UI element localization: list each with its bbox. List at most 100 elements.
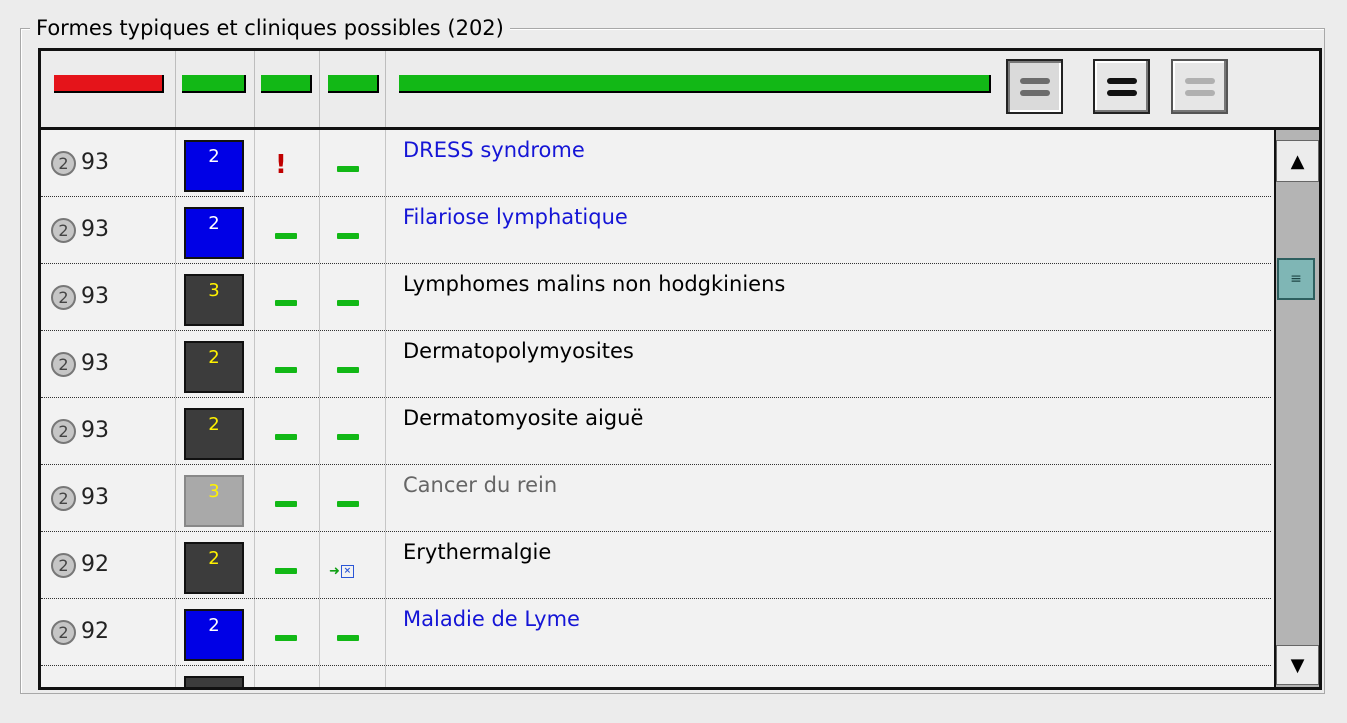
table-row[interactable]: 2 93 2! DRESS syndrome (41, 130, 1271, 197)
table-row[interactable]: 2 92 2 Maladie de Lyme (41, 599, 1271, 666)
view-compact-button[interactable] (1006, 59, 1063, 114)
table-row[interactable]: 2 93 3 Lymphomes malins non hodgkiniens (41, 264, 1271, 331)
diagnosis-name-link[interactable]: DRESS syndrome (403, 138, 585, 162)
column-separator (175, 264, 176, 330)
score-value: 93 (81, 150, 109, 175)
diagnosis-name-link[interactable]: Cancer du rein (403, 473, 557, 497)
two-lines-dim-icon (1184, 77, 1215, 84)
scroll-up-arrow-icon[interactable]: ▲ (1276, 140, 1319, 182)
rank-badge: 2 (51, 620, 76, 645)
diagnosis-name-link[interactable]: Dermatomyosite aiguë (403, 406, 643, 430)
green-dash-icon (275, 568, 297, 574)
column-separator (175, 599, 176, 665)
score-value: 92 (81, 619, 109, 644)
results-panel: 2 93 2! DRESS syndrome 2 93 2 Filariose lymphat… (38, 48, 1322, 690)
column-separator (319, 465, 320, 531)
rank-badge: 2 (51, 553, 76, 578)
green-dash-icon (337, 501, 359, 507)
column-separator (385, 599, 386, 665)
green-dash-icon (337, 166, 359, 172)
table-row[interactable]: 2 93 2 Dermatomyosite aiguë (41, 398, 1271, 465)
column-header (41, 51, 1319, 130)
column-separator (254, 264, 255, 330)
level-badge: 2 (184, 408, 244, 460)
table-row[interactable]: 2 93 2 Dermatopolymyosites (41, 331, 1271, 398)
column-separator (254, 599, 255, 665)
vertical-scrollbar[interactable]: ▲ ≡ ▼ (1274, 130, 1319, 687)
score-value: 93 (81, 217, 109, 242)
diagnosis-name-link[interactable]: Erythermalgie (403, 540, 551, 564)
exclamation-warning-icon: ! (275, 150, 287, 180)
sort-column-level-bar[interactable] (182, 75, 246, 93)
column-separator (175, 532, 176, 598)
column-separator (319, 532, 320, 598)
column-separator (385, 197, 386, 263)
sort-column-name-bar[interactable] (399, 75, 991, 93)
table-row[interactable]: 2 93 3 Cancer du rein (41, 465, 1271, 532)
column-separator (254, 465, 255, 531)
table-row[interactable]: 2 92 2 ➜ × Erythermalgie (41, 532, 1271, 599)
rank-badge: 2 (51, 285, 76, 310)
rank-badge: 2 (51, 218, 76, 243)
header-separator (175, 51, 176, 127)
view-detailed-button[interactable] (1093, 59, 1150, 114)
column-separator (385, 532, 386, 598)
level-badge: 2 (184, 140, 244, 192)
green-dash-icon (275, 434, 297, 440)
header-separator (319, 51, 320, 127)
level-badge: 2 (184, 207, 244, 259)
column-separator (254, 398, 255, 464)
column-separator (254, 130, 255, 196)
column-separator (319, 599, 320, 665)
green-dash-icon (337, 434, 359, 440)
scroll-down-arrow-icon[interactable]: ▼ (1276, 645, 1319, 685)
table-row-partial (41, 666, 1271, 687)
rank-badge: 2 (51, 352, 76, 377)
rank-badge: 2 (51, 419, 76, 444)
sort-column-rank-bar[interactable] (54, 75, 164, 93)
table-row[interactable]: 2 93 2 Filariose lymphatique (41, 197, 1271, 264)
diagnosis-list[interactable]: 2 93 2! DRESS syndrome 2 93 2 Filariose lymphat… (41, 130, 1271, 687)
diagnosis-name-link[interactable]: Dermatopolymyosites (403, 339, 634, 363)
diagnosis-name-link[interactable]: Lymphomes malins non hodgkiniens (403, 272, 785, 296)
green-dash-icon (337, 300, 359, 306)
column-separator (254, 197, 255, 263)
column-separator (254, 666, 255, 687)
diagnosis-name-link[interactable]: Filariose lymphatique (403, 205, 628, 229)
level-badge: 3 (184, 475, 244, 527)
view-disabled-button (1171, 59, 1228, 114)
column-separator (175, 465, 176, 531)
level-badge (184, 676, 244, 687)
two-lines-black-icon (1106, 77, 1137, 84)
green-dash-icon (275, 233, 297, 239)
column-separator (385, 264, 386, 330)
column-separator (385, 398, 386, 464)
column-separator (319, 130, 320, 196)
scroll-thumb[interactable]: ≡ (1277, 258, 1315, 300)
column-separator (319, 264, 320, 330)
score-value: 93 (81, 418, 109, 443)
column-separator (319, 398, 320, 464)
column-separator (175, 666, 176, 687)
score-value: 93 (81, 284, 109, 309)
header-separator (254, 51, 255, 127)
score-value: 92 (81, 552, 109, 577)
green-dash-icon (275, 635, 297, 641)
column-separator (385, 666, 386, 687)
column-separator (254, 532, 255, 598)
two-lines-gray-icon-bar (1019, 89, 1050, 96)
score-value: 93 (81, 351, 109, 376)
two-lines-dim-icon-bar (1184, 89, 1215, 96)
arrow-link-icon[interactable]: ➜ × (329, 564, 354, 579)
diagnosis-name-link[interactable]: Maladie de Lyme (403, 607, 580, 631)
two-lines-gray-icon (1019, 77, 1050, 84)
sort-column-extra-bar[interactable] (328, 75, 379, 93)
green-dash-icon (337, 635, 359, 641)
level-badge: 2 (184, 542, 244, 594)
column-separator (175, 197, 176, 263)
level-badge: 2 (184, 341, 244, 393)
column-separator (319, 197, 320, 263)
rank-badge: 2 (51, 486, 76, 511)
column-separator (175, 398, 176, 464)
sort-column-flag-bar[interactable] (261, 75, 312, 93)
